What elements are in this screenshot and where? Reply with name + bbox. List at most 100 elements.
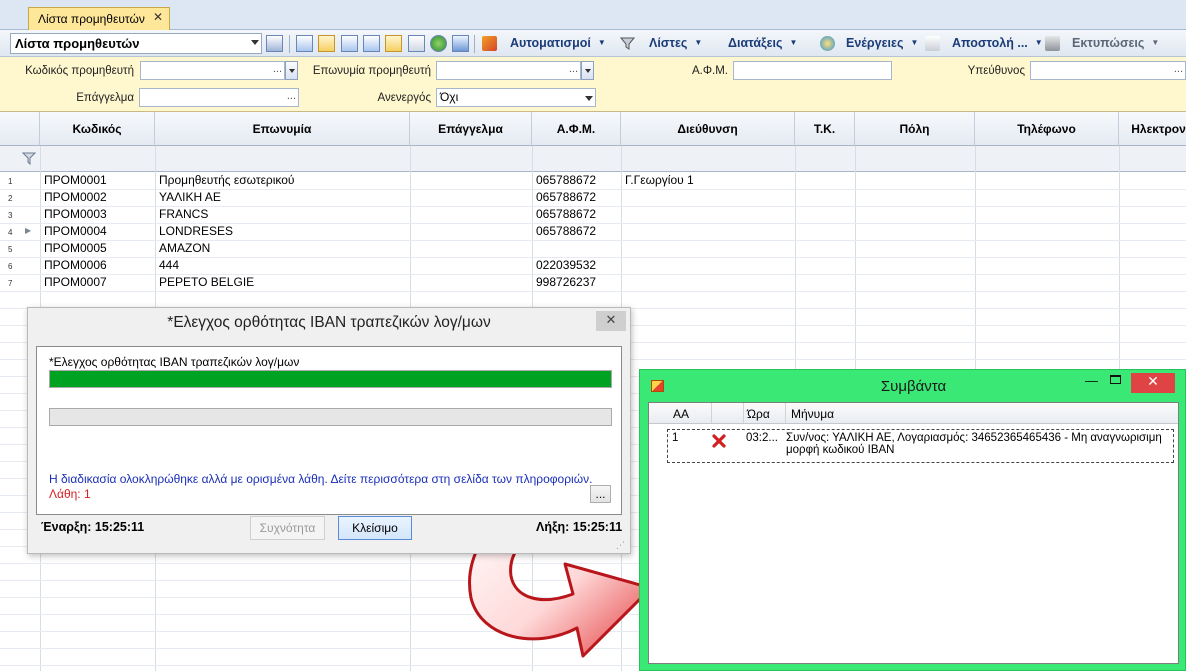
minimize-icon[interactable]: — xyxy=(1085,373,1098,388)
main-progress-bar xyxy=(49,370,612,388)
cell-afm: 998726237 xyxy=(536,275,597,289)
error-icon xyxy=(711,433,727,449)
supplier-name-dropdown[interactable] xyxy=(581,61,594,80)
column-header-phone[interactable]: Τηλέφωνο xyxy=(975,112,1119,146)
column-header-city[interactable]: Πόλη xyxy=(855,112,975,146)
afm-input[interactable] xyxy=(733,61,892,80)
menu-send-label: Αποστολή ... xyxy=(952,36,1028,50)
toolbar-separator xyxy=(289,35,290,53)
column-header-profession[interactable]: Επάγγελμα xyxy=(410,112,532,146)
document-tab-strip: Λίστα προμηθευτών ✕ xyxy=(0,0,1186,30)
search-icon[interactable] xyxy=(408,35,425,52)
resize-grip-icon[interactable]: ⋰ xyxy=(616,540,625,551)
frequency-button[interactable]: Συχνότητα xyxy=(250,516,325,540)
toolbar-separator xyxy=(474,35,475,53)
task-label: *Ελεγχος ορθότητας IBAN τραπεζικών λογ/μ… xyxy=(49,355,300,369)
table-row[interactable]: 7 ΠΡΟΜ0007 PEPETO BELGIE 998726237 xyxy=(0,274,1186,291)
result-message: Η διαδικασία ολοκληρώθηκε αλλά με ορισμέ… xyxy=(49,472,593,486)
cell-address: Γ.Γεωργίου 1 xyxy=(625,173,694,187)
sum-view-icon[interactable] xyxy=(341,35,358,52)
automation-icon xyxy=(482,36,497,51)
refresh-icon[interactable] xyxy=(430,35,447,52)
table-row[interactable]: 1 ΠΡΟΜ0001 Προμηθευτής εσωτερικού 065788672… xyxy=(0,172,1186,189)
column-header-time[interactable]: Ώρα xyxy=(747,407,770,421)
column-header-email[interactable]: Ηλεκτρον xyxy=(1119,112,1186,146)
column-header-name[interactable]: Επωνυμία xyxy=(155,112,410,146)
table-row[interactable]: 5 ΠΡΟΜ0005 AMAZON xyxy=(0,240,1186,257)
supplier-code-label: Κωδικός προμηθευτή xyxy=(25,65,134,77)
table-row[interactable]: 4 ▶ ΠΡΟΜ0004 LONDRESES 065788672 xyxy=(0,223,1186,240)
details-button[interactable]: ... xyxy=(590,485,611,503)
responsible-label: Υπεύθυνος xyxy=(967,65,1025,77)
column-header-address[interactable]: Διεύθυνση xyxy=(621,112,795,146)
list-selector-combo[interactable]: Λίστα προμηθευτών xyxy=(10,33,262,54)
start-value: 15:25:11 xyxy=(94,520,145,534)
menu-actions[interactable]: Ενέργειες ▼ xyxy=(846,36,918,50)
tab-suppliers-list[interactable]: Λίστα προμηθευτών xyxy=(28,7,170,30)
configure-columns-icon[interactable] xyxy=(266,35,283,52)
table-row[interactable]: 2 ΠΡΟΜ0002 ΥΑΛΙΚΗ ΑΕ 065788672 xyxy=(0,189,1186,206)
menu-actions-label: Ενέργειες xyxy=(846,36,904,50)
event-row[interactable]: 1 03:2... Συν/νος: ΥΑΛΙΚΗ ΑΕ, Λογαριασμό… xyxy=(667,429,1174,463)
form-view-icon[interactable] xyxy=(296,35,313,52)
inactive-select[interactable]: Όχι xyxy=(436,88,596,107)
cell-code: ΠΡΟΜ0004 xyxy=(44,224,107,238)
column-header-postcode[interactable]: Τ.Κ. xyxy=(795,112,855,146)
events-window: Συμβάντα — ✕ AA Ώρα Μήνυμα 1 03:2... Συν… xyxy=(639,369,1186,671)
send-icon xyxy=(925,36,940,51)
events-window-title: Συμβάντα xyxy=(880,378,947,395)
ellipsis-icon[interactable]: ... xyxy=(273,63,282,75)
menu-prints[interactable]: Εκτυπώσεις ▼ xyxy=(1072,36,1159,50)
menu-lists[interactable]: Λίστες ▼ xyxy=(649,36,702,50)
table-row[interactable]: 6 ΠΡΟΜ0006 444 022039532 xyxy=(0,257,1186,274)
table-view-icon[interactable] xyxy=(385,35,402,52)
grid-row-line xyxy=(0,206,1186,207)
column-header-code[interactable]: Κωδικός xyxy=(40,112,155,146)
dialog-content-panel: *Ελεγχος ορθότητας IBAN τραπεζικών λογ/μ… xyxy=(36,346,622,515)
menu-send[interactable]: Αποστολή ... ▼ xyxy=(952,36,1043,50)
cell-code: ΠΡΟΜ0005 xyxy=(44,241,107,255)
responsible-input[interactable]: ... xyxy=(1030,61,1186,80)
grid-view-icon[interactable] xyxy=(363,35,380,52)
cell-afm: 065788672 xyxy=(536,207,597,221)
ellipsis-icon[interactable]: ... xyxy=(1174,63,1183,75)
ellipsis-icon[interactable]: ... xyxy=(569,63,578,75)
grid-filter-row[interactable] xyxy=(0,146,1186,172)
current-row-icon: ▶ xyxy=(25,226,32,235)
printer-icon xyxy=(1045,36,1060,51)
cell-name: ΥΑΛΙΚΗ ΑΕ xyxy=(159,190,221,204)
filter-icon[interactable] xyxy=(21,152,37,168)
supplier-code-input[interactable]: ... xyxy=(140,61,285,80)
grid-row-line xyxy=(0,291,1186,292)
error-count: Λάθη: 1 xyxy=(49,487,91,501)
supplier-name-label: Επωνυμία προμηθευτή xyxy=(312,65,431,77)
cell-name: 444 xyxy=(159,258,180,272)
header-divider xyxy=(743,403,744,423)
ellipsis-icon[interactable]: ... xyxy=(287,90,296,102)
maximize-icon[interactable] xyxy=(1110,375,1121,384)
end-time: Λήξη: 15:25:11 xyxy=(536,520,622,534)
menu-layouts[interactable]: Διατάξεις ▼ xyxy=(728,36,797,50)
supplier-name-input[interactable]: ... xyxy=(436,61,581,80)
export-icon[interactable] xyxy=(452,35,469,52)
main-progress-fill xyxy=(50,371,611,387)
cell-afm: 065788672 xyxy=(536,224,597,238)
tab-close-icon[interactable]: ✕ xyxy=(153,10,163,24)
column-header-afm[interactable]: Α.Φ.Μ. xyxy=(532,112,621,146)
grid-row-line xyxy=(0,189,1186,190)
menu-automations[interactable]: Αυτοματισμοί ▼ xyxy=(510,36,606,50)
column-header-message[interactable]: Μήνυμα xyxy=(791,407,834,421)
supplier-code-dropdown[interactable] xyxy=(285,61,298,80)
row-indicator-header xyxy=(0,112,40,146)
main-toolbar: Λίστα προμηθευτών Αυτοματισμοί ▼ Λίστες ▼ … xyxy=(0,30,1186,57)
filter-view-icon[interactable] xyxy=(318,35,335,52)
profession-input[interactable]: ... xyxy=(139,88,299,107)
table-row[interactable]: 3 ΠΡΟΜ0003 FRANCS 065788672 xyxy=(0,206,1186,223)
row-number: 2 xyxy=(8,194,13,203)
row-number: 6 xyxy=(8,262,13,271)
window-close-button[interactable]: ✕ xyxy=(1131,373,1175,393)
list-selector-value: Λίστα προμηθευτών xyxy=(15,36,140,51)
dialog-close-button[interactable]: ✕ xyxy=(596,311,626,331)
close-button[interactable]: Κλείσιμο xyxy=(338,516,412,540)
column-header-aa[interactable]: AA xyxy=(673,407,689,421)
